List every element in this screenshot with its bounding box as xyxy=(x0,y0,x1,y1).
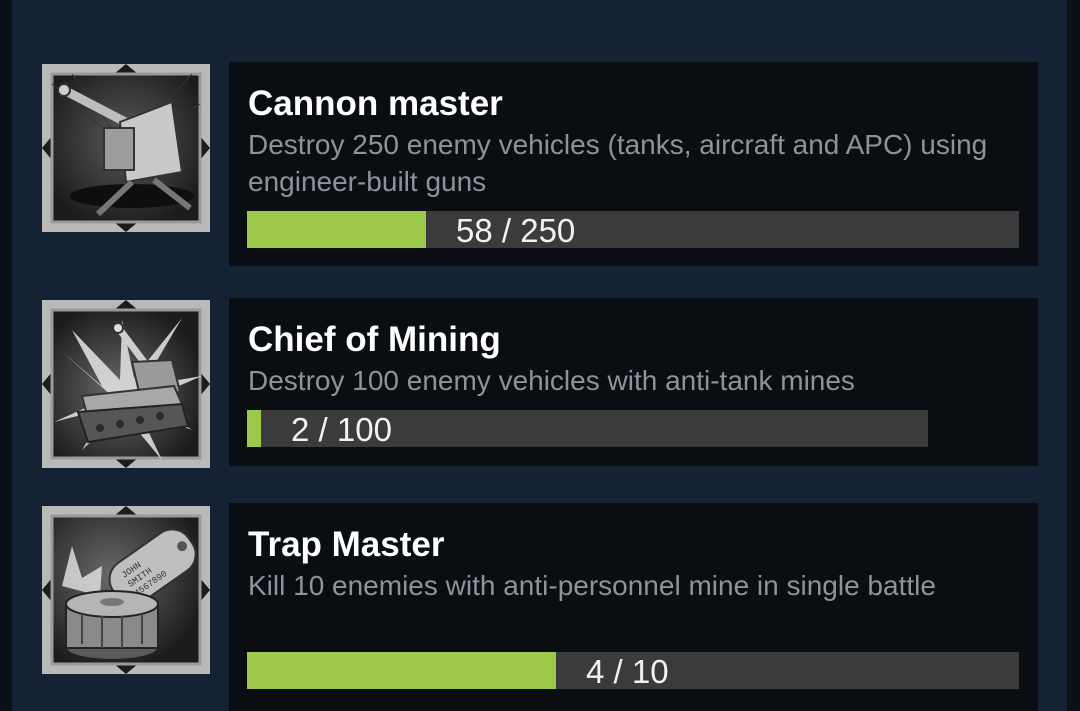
achievement-progress-bar: 2 / 100 xyxy=(247,410,928,448)
progress-text: 58 / 250 xyxy=(456,212,576,249)
achievement-card: Chief of Mining Destroy 100 enemy vehicl… xyxy=(229,298,1038,466)
achievement-description: Destroy 100 enemy vehicles with anti-tan… xyxy=(248,365,855,396)
tank-explosion-icon xyxy=(42,300,210,468)
achievement-card: Trap Master Kill 10 enemies with anti-pe… xyxy=(229,503,1038,711)
achievement-card: Cannon master Destroy 250 enemy vehicles… xyxy=(229,62,1038,266)
achievement-title: Chief of Mining xyxy=(248,320,501,359)
mine-dogtag-icon: JOHN SMITH 4567890 xyxy=(42,506,210,674)
cannon-icon xyxy=(42,64,210,232)
achievement-progress-bar: 4 / 10 xyxy=(247,652,1019,690)
achievement-title: Cannon master xyxy=(248,84,503,123)
achievements-screen: Cannon master Destroy 250 enemy vehicles… xyxy=(0,0,1080,711)
progress-text: 2 / 100 xyxy=(291,411,392,448)
achievement-description: Destroy 250 enemy vehicles (tanks, aircr… xyxy=(248,129,988,197)
achievement-description: Kill 10 enemies with anti-personnel mine… xyxy=(248,570,936,601)
progress-fill xyxy=(247,410,261,447)
achievement-title: Trap Master xyxy=(248,525,445,564)
achievement-progress-bar: 58 / 250 xyxy=(247,211,1019,249)
progress-text: 4 / 10 xyxy=(586,653,669,690)
progress-fill xyxy=(247,652,556,689)
progress-fill xyxy=(247,211,427,248)
